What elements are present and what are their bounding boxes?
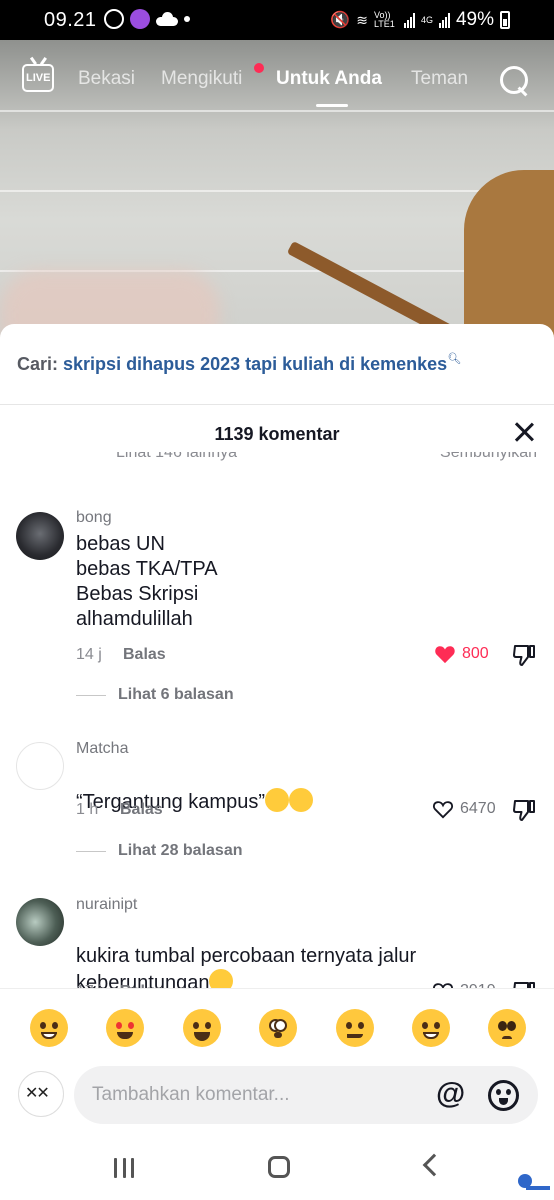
avatar[interactable] — [16, 742, 64, 790]
close-icon[interactable] — [512, 420, 536, 444]
comment-time: 1 h — [76, 801, 99, 818]
avatar[interactable] — [16, 898, 64, 946]
search-query[interactable]: skripsi dihapus 2023 tapi kuliah di keme… — [63, 354, 447, 374]
my-avatar — [18, 1071, 64, 1117]
comment-username[interactable]: Matcha — [76, 740, 128, 758]
tiktok-app: 09.21 🔇 ≋ Vo)) LTE1 4G 49% LIVE Bekasi M… — [0, 0, 554, 1200]
hugging-emoji — [264, 788, 289, 812]
view-replies-button[interactable]: Lihat 6 balasan — [76, 686, 234, 704]
system-icons: 🔇 ≋ Vo)) LTE1 4G 49% — [330, 9, 510, 31]
whatsapp-icon — [104, 9, 124, 29]
like-button[interactable]: 6470 — [432, 799, 496, 819]
mention-icon[interactable]: @ — [436, 1077, 465, 1111]
recents-icon[interactable] — [114, 1158, 134, 1178]
comment-username[interactable]: nurainipt — [76, 896, 137, 914]
pleading-emoji-button[interactable] — [488, 1009, 526, 1047]
comment-composer: @ — [0, 1064, 554, 1128]
watermark-logo — [518, 1174, 550, 1196]
tab-untuk-anda[interactable]: Untuk Anda — [276, 68, 382, 90]
clipped-replies-row: Lihat 146 lainnya Sembunyikan — [0, 452, 554, 468]
video-subject — [464, 170, 554, 340]
like-button[interactable]: 800 — [434, 644, 489, 664]
flushed-emoji-button[interactable] — [259, 1009, 297, 1047]
emoji-picker-icon[interactable] — [488, 1080, 519, 1111]
signal-icon-2 — [438, 12, 450, 28]
status-time: 09.21 — [44, 9, 97, 31]
reply-button[interactable]: Balas — [123, 646, 166, 664]
smiling-hearts-emoji-button[interactable] — [106, 1009, 144, 1047]
battery-percent: 49% — [455, 9, 494, 30]
search-icon[interactable] — [500, 66, 530, 96]
mute-icon: 🔇 — [330, 12, 351, 29]
sweat-smile-emoji-button[interactable] — [412, 1009, 450, 1047]
signal-icon — [403, 12, 415, 28]
system-navigation-bar — [0, 1136, 554, 1200]
view-replies-label: Lihat 28 balasan — [118, 842, 243, 859]
tab-mengikuti[interactable]: Mengikuti — [161, 68, 242, 90]
notification-icons — [104, 9, 190, 29]
live-icon[interactable]: LIVE — [22, 64, 54, 92]
volte-label: Vo)) LTE1 — [373, 10, 395, 29]
back-icon[interactable] — [422, 1153, 446, 1177]
emoji-quick-bar — [0, 988, 554, 1076]
tab-teman[interactable]: Teman — [411, 68, 468, 90]
app-notification-icon — [130, 9, 150, 29]
small-search-icon: 🔍︎ — [447, 353, 462, 365]
view-replies-button[interactable]: Lihat 28 balasan — [76, 842, 243, 860]
heart-icon — [435, 646, 455, 664]
view-replies-label: Lihat 6 balasan — [118, 686, 234, 703]
comment-time: 14 j — [76, 646, 102, 663]
like-count: 6470 — [460, 800, 496, 817]
heart-icon — [433, 801, 453, 819]
view-more-link[interactable]: Lihat 146 lainnya — [116, 452, 237, 462]
battery-icon — [500, 11, 510, 29]
comment-count: 1139 komentar — [214, 424, 340, 444]
reply-button[interactable]: Balas — [120, 801, 163, 819]
home-icon[interactable] — [268, 1156, 290, 1178]
comment-text: bebas UN bebas TKA/TPA Bebas Skripsi alh… — [76, 533, 218, 630]
dislike-icon[interactable] — [512, 799, 536, 821]
wifi-icon: ≋ — [356, 11, 368, 28]
top-navigation: LIVE Bekasi Mengikuti Untuk Anda Teman — [0, 58, 554, 108]
joy-emoji-button[interactable] — [183, 1009, 221, 1047]
grinning-emoji-button[interactable] — [30, 1009, 68, 1047]
network-label: 4G — [420, 14, 433, 25]
notification-dot — [254, 63, 264, 73]
search-prefix: Cari: — [17, 354, 59, 374]
status-bar: 09.21 🔇 ≋ Vo)) LTE1 4G 49% — [0, 0, 554, 40]
comment-input-container[interactable]: @ — [74, 1066, 538, 1124]
like-count: 800 — [462, 645, 489, 662]
active-tab-indicator — [316, 104, 348, 107]
tab-bekasi[interactable]: Bekasi — [78, 68, 135, 90]
comment-username[interactable]: bong — [76, 509, 112, 527]
comment-input[interactable] — [92, 1082, 422, 1108]
avatar[interactable] — [16, 512, 64, 560]
more-notifications-icon — [184, 16, 190, 22]
dislike-icon[interactable] — [512, 644, 536, 666]
slightly-smiling-emoji — [288, 788, 313, 812]
divider — [0, 404, 554, 405]
cloud-icon — [156, 12, 178, 26]
smirk-emoji-button[interactable] — [336, 1009, 374, 1047]
search-suggestion[interactable]: Cari: skripsi dihapus 2023 tapi kuliah d… — [17, 352, 537, 375]
hide-link[interactable]: Sembunyikan — [440, 452, 537, 462]
